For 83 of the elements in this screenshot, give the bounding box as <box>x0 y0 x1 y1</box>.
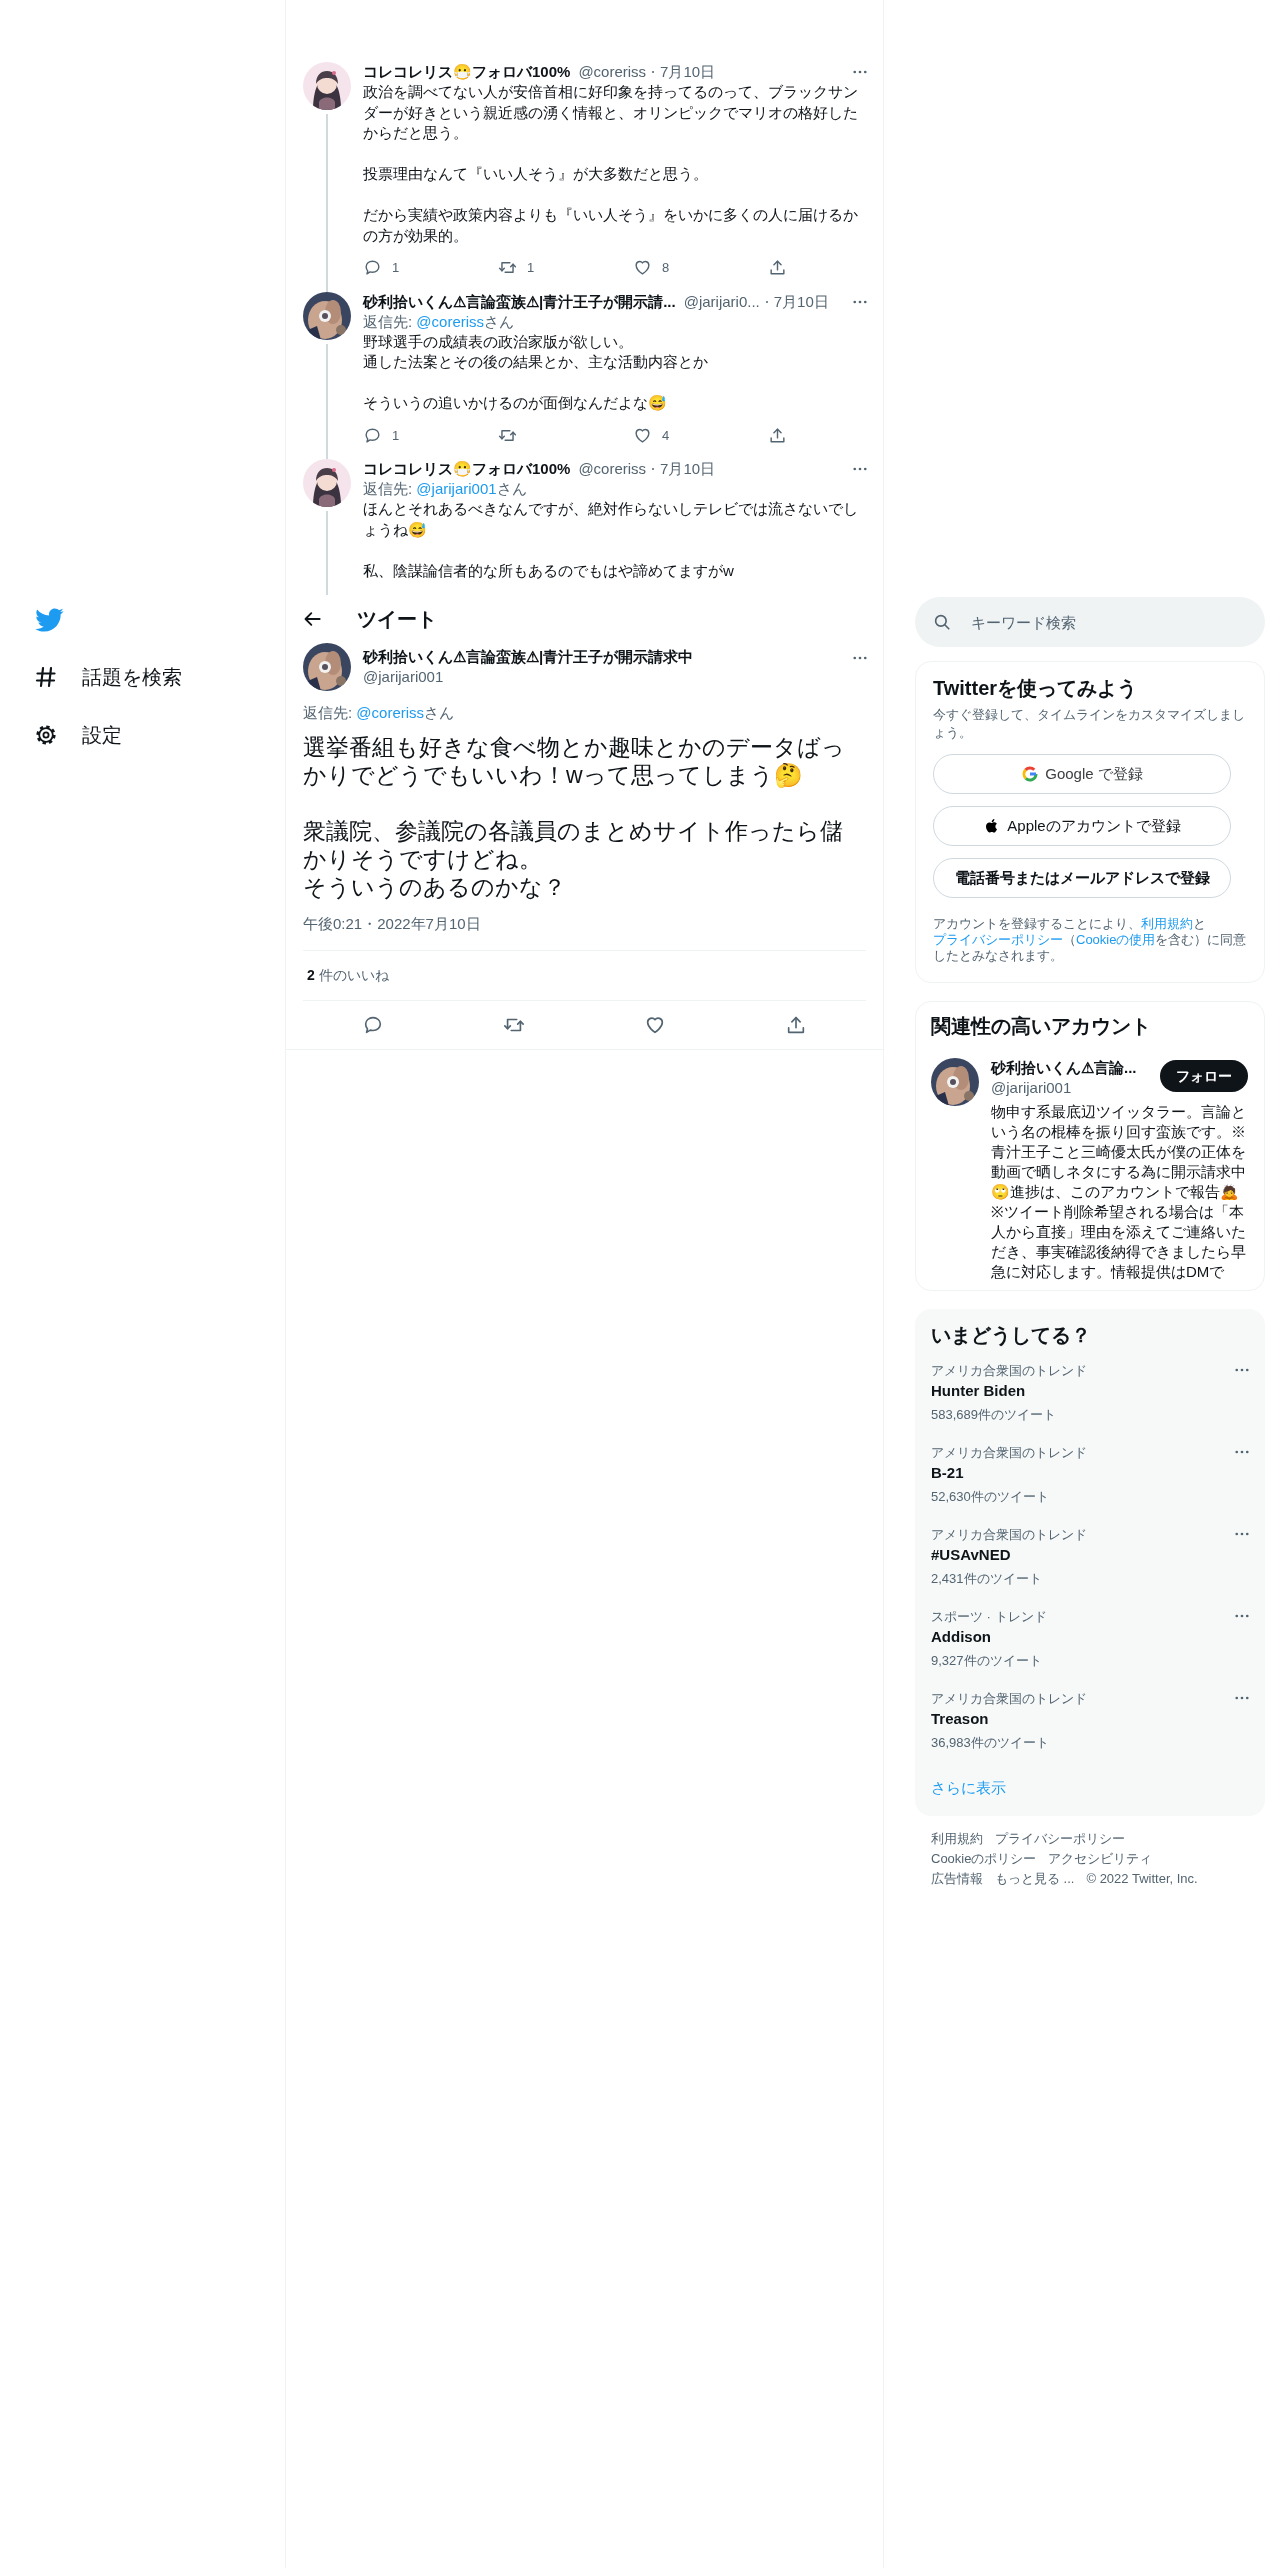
tweet-count: 36,983件のツイート <box>931 1735 1050 1751</box>
search-field[interactable]: キーワード検索 <box>915 597 1265 647</box>
tweet-text-line: ほんとそれあるべきなんですが、絶対作らないしテレビでは流さないでしょうね😅 <box>363 499 859 540</box>
share-icon <box>768 425 787 445</box>
author-handle[interactable]: @coreriss <box>578 459 647 479</box>
account-bio: 物申す系最底辺ツイッタラー。言論という名の棍棒を振り回す蛮族です。※青汁王子こと三崎優太氏が僕の正体を動画で晒しネタにする為に開示請求中🙄進捗は、このアカウントで報告🙇※ツイート削除希望される場合は「本人から直接」理由を添えてご連絡いただき、事実確認後納得できましたら早急に対応します。情報提供はDMで <box>991 1102 1247 1282</box>
tweet-text-line: そういうの追いかけるのが面倒なんだよな😅 <box>363 393 668 413</box>
reply-to-text: 返信先: @corerissさん <box>363 311 516 332</box>
tweet-text-line: 野球選手の成績表の政治家版が欲しい。 <box>363 331 634 352</box>
author-name[interactable]: 砂利拾いくん⚠言論蛮族⚠|青汁王子が開示請求中 <box>363 647 839 667</box>
footer-link[interactable]: アクセシビリティ <box>1048 1849 1153 1868</box>
tweet-text-line: 選挙番組も好きな食べ物とか趣味とかのデータばっかりでどうでもいいわ！wって思ってしまう🤔 <box>303 733 846 789</box>
author-name[interactable]: 砂利拾いくん⚠言論蛮族⚠|青汁王子が開示請... <box>363 291 676 312</box>
nav-item[interactable]: 設定 <box>34 720 122 750</box>
footer-link[interactable]: もっと見る ... <box>995 1869 1075 1888</box>
trend-context: アメリカ合衆国のトレンド <box>931 1691 1088 1707</box>
copyright-text: © 2022 Twitter, Inc. <box>1086 1869 1198 1888</box>
author-handle[interactable]: @coreriss <box>578 62 647 82</box>
page-title: ツイート <box>357 607 437 632</box>
back-arrow-icon[interactable] <box>303 609 323 629</box>
author-name[interactable]: コレコレリス😷フォロバ100% <box>363 459 571 479</box>
legal-text: アカウントを登録することにより、利用規約 と プライバシーポリシー（Cookieの使用を含む）に同意したとみなされます。 <box>933 916 1247 964</box>
tweet-text-line: 政治を調べてない人が安倍首相に好印象を持ってるのって、ブラックサンダーが好きという親近感の湧く情報と、オリンピックでマリオの格好したからだと思う。 <box>363 82 859 143</box>
tweet-count: 2,431件のツイート <box>931 1571 1043 1587</box>
share-button[interactable] <box>768 258 787 278</box>
account-handle[interactable]: @jarijari001 <box>991 1078 1160 1098</box>
tweet-text-line: だから実績や政策内容よりも『いい人そう』をいかに多くの人に届けるかの方が効果的。 <box>363 205 859 246</box>
footer-link[interactable]: プライバシーポリシー <box>995 1829 1125 1848</box>
search-icon <box>933 613 951 631</box>
trend-context: アメリカ合衆国のトレンド <box>931 1363 1088 1379</box>
trend-context: アメリカ合衆国のトレンド <box>931 1445 1088 1461</box>
reply-button[interactable]: 1 <box>363 258 400 278</box>
trend-context: スポーツ · トレンド <box>931 1609 1048 1625</box>
follow-button[interactable]: フォロー <box>1160 1060 1248 1092</box>
footer-link[interactable]: 利用規約 <box>931 1829 983 1848</box>
likes-count[interactable]: 2 件のいいね <box>307 966 389 983</box>
tweet-text-line: そういうのあるのかな？ <box>303 873 567 901</box>
account-name[interactable]: 砂利拾いくん⚠言論... <box>991 1058 1160 1078</box>
trend-context: アメリカ合衆国のトレンド <box>931 1527 1088 1543</box>
tweet-date[interactable]: 7月10日 <box>660 62 716 82</box>
reply-button[interactable]: 1 <box>363 425 400 445</box>
trend-name: #USAvNED <box>931 1545 1012 1565</box>
like-button[interactable]: 4 <box>633 425 670 445</box>
card-title: Twitterを使ってみよう <box>933 676 1139 701</box>
tweet-text-line: 通した法案とその後の結果とか、主な活動内容とか <box>363 352 709 372</box>
tweet-count: 52,630件のツイート <box>931 1489 1050 1505</box>
card-subtitle: 今すぐ登録して、タイムラインをカスタマイズしましょう。 <box>933 706 1246 742</box>
reply-to-text: 返信先: @jarijari001さん <box>363 479 528 499</box>
retweet-button[interactable]: 1 <box>498 258 535 278</box>
tweet-text-line: 私、陰謀論信者的な所もあるのでもはや諦めてますがw <box>363 560 735 581</box>
tweet-date[interactable]: 7月10日 <box>660 459 716 479</box>
share-button[interactable] <box>768 425 787 445</box>
tweet-text-line: 衆議院、参議院の各議員のまとめサイト作ったら儲かりそうですけどね。 <box>303 817 844 873</box>
footer-link[interactable]: 広告情報 <box>931 1869 983 1888</box>
trend-item[interactable]: スポーツ · トレンド Addison 9,327件のツイート <box>931 1609 1249 1691</box>
nav-item[interactable]: 話題を検索 <box>34 662 182 692</box>
google-g-icon <box>1021 765 1040 783</box>
reply-to-text: 返信先: @corerissさん <box>303 703 456 723</box>
trend-item[interactable]: アメリカ合衆国のトレンド B-21 52,630件のツイート <box>931 1445 1249 1527</box>
hash-icon <box>34 665 58 689</box>
footer-link[interactable]: Cookieのポリシー <box>931 1849 1037 1868</box>
author-handle[interactable]: @jarijari001 <box>363 667 839 687</box>
like-button[interactable]: 8 <box>633 258 670 278</box>
trend-item[interactable]: アメリカ合衆国のトレンド #USAvNED 2,431件のツイート <box>931 1527 1249 1609</box>
tweet-count: 9,327件のツイート <box>931 1653 1043 1669</box>
trend-item[interactable]: アメリカ合衆国のトレンド Hunter Biden 583,689件のツイート <box>931 1363 1249 1445</box>
tweet-date[interactable]: 7月10日 <box>773 291 829 312</box>
trend-item[interactable]: アメリカ合衆国のトレンド Treason 36,983件のツイート <box>931 1691 1249 1773</box>
tweet-timestamp[interactable]: 午後0:21・2022年7月10日 <box>303 913 866 951</box>
reply-icon <box>363 425 382 445</box>
card-title: 関連性の高いアカウント <box>931 1014 1152 1039</box>
author-name[interactable]: コレコレリス😷フォロバ100% <box>363 62 571 82</box>
trend-name: B-21 <box>931 1463 965 1483</box>
trend-name: Hunter Biden <box>931 1381 1027 1401</box>
share-icon <box>768 258 787 278</box>
heart-icon <box>633 258 652 278</box>
trend-name: Treason <box>931 1709 990 1729</box>
tweet-count: 583,689件のツイート <box>931 1407 1057 1423</box>
card-title: いまどうしてる？ <box>931 1323 1092 1348</box>
trend-name: Addison <box>931 1627 992 1647</box>
gear-icon <box>34 723 58 747</box>
tweet-text-line: 投票理由なんて『いい人そう』が大多数だと思う。 <box>363 164 709 184</box>
author-handle[interactable]: @jarijari0... <box>683 291 760 312</box>
